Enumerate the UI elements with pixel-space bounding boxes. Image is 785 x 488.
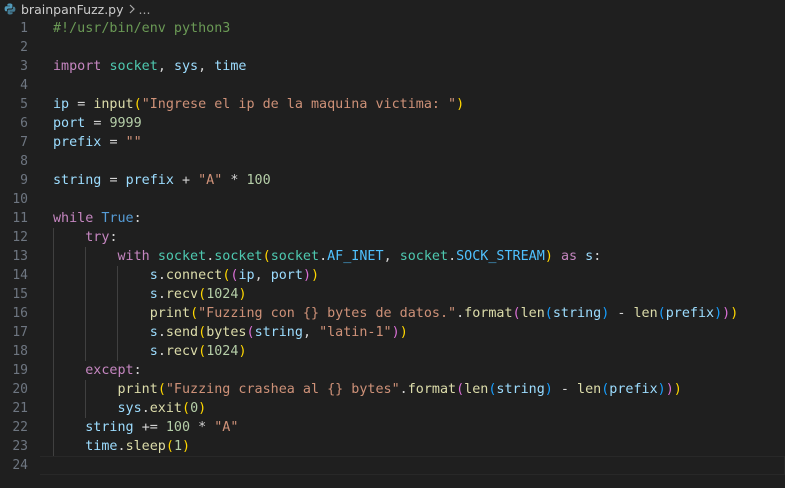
code-text: while True:	[53, 211, 142, 226]
line-number: 21	[12, 401, 28, 416]
code-text: except:	[85, 363, 142, 378]
code-line[interactable]: 5 ip = input("Ingrese el ip de la maquina…	[0, 95, 785, 114]
code-text: sys.exit(0)	[117, 401, 207, 416]
line-number: 10	[12, 192, 28, 207]
code-text: try:	[85, 230, 118, 245]
breadcrumb: brainpanFuzz.py ...	[0, 0, 785, 18]
code-line[interactable]: 4	[0, 76, 785, 95]
code-text: string += 100 * "A"	[85, 420, 239, 435]
code-editor[interactable]: 1 #!/usr/bin/env python3 2 3 import socket, …	[0, 19, 785, 475]
current-line-highlight	[40, 456, 785, 475]
line-number: 11	[12, 211, 28, 226]
code-line[interactable]: 19 except:	[0, 361, 785, 380]
line-number: 12	[12, 230, 28, 245]
code-line[interactable]: 8	[0, 152, 785, 171]
line-number: 1	[20, 21, 28, 36]
code-text: print("Fuzzing con {} bytes de datos.".f…	[149, 306, 739, 321]
code-line[interactable]: 3 import socket, sys, time	[0, 57, 785, 76]
indent-guide	[117, 266, 119, 361]
line-number: 17	[12, 325, 28, 340]
code-text: s.connect((ip, port))	[149, 268, 320, 283]
line-number: 15	[12, 287, 28, 302]
line-number: 18	[12, 344, 28, 359]
line-number: 2	[20, 40, 28, 55]
code-text: ip = input("Ingrese el ip de la maquina …	[53, 97, 465, 112]
code-text: s.send(bytes(string, "latin-1"))	[149, 325, 408, 340]
breadcrumb-file[interactable]: brainpanFuzz.py	[21, 2, 124, 17]
indent-guide	[85, 380, 87, 418]
code-text: with socket.socket(socket.AF_INET, socke…	[117, 249, 602, 264]
code-line[interactable]: 24	[0, 456, 785, 475]
code-line[interactable]: 11 while True:	[0, 209, 785, 228]
code-text: print("Fuzzing crashea al {} bytes".form…	[117, 382, 682, 397]
code-text: s.recv(1024)	[149, 287, 247, 302]
line-number: 4	[20, 78, 28, 93]
code-line[interactable]: 1 #!/usr/bin/env python3	[0, 19, 785, 38]
code-line[interactable]: 22 string += 100 * "A"	[0, 418, 785, 437]
code-text: prefix = ""	[53, 135, 142, 150]
line-number: 19	[12, 363, 28, 378]
code-text: string = prefix + "A" * 100	[53, 173, 271, 188]
code-text: time.sleep(1)	[85, 439, 191, 454]
line-number: 6	[20, 116, 28, 131]
chevron-right-icon	[128, 4, 136, 14]
line-number: 3	[20, 59, 28, 74]
indent-guide	[53, 228, 54, 456]
code-line[interactable]: 13 with socket.socket(socket.AF_INET, so…	[0, 247, 785, 266]
line-number: 22	[12, 420, 28, 435]
code-line[interactable]: 9 string = prefix + "A" * 100	[0, 171, 785, 190]
line-number: 13	[12, 249, 28, 264]
code-line[interactable]: 6 port = 9999	[0, 114, 785, 133]
code-text: import socket, sys, time	[53, 59, 247, 74]
line-number: 24	[12, 458, 28, 473]
line-number: 14	[12, 268, 28, 283]
code-line[interactable]: 12 try:	[0, 228, 785, 247]
code-text: s.recv(1024)	[149, 344, 247, 359]
line-number: 23	[12, 439, 28, 454]
code-line[interactable]: 10	[0, 190, 785, 209]
line-number: 9	[20, 173, 28, 188]
code-line[interactable]: 2	[0, 38, 785, 57]
indent-guide	[85, 247, 87, 361]
code-text: #!/usr/bin/env python3	[53, 21, 231, 36]
line-number: 16	[12, 306, 28, 321]
code-line[interactable]: 20 print("Fuzzing crashea al {} bytes".f…	[0, 380, 785, 399]
code-text: port = 9999	[53, 116, 142, 131]
breadcrumb-symbols[interactable]: ...	[139, 2, 151, 17]
line-number: 7	[20, 135, 28, 150]
code-line[interactable]: 7 prefix = ""	[0, 133, 785, 152]
code-line[interactable]: 23 time.sleep(1)	[0, 437, 785, 456]
python-icon	[4, 3, 16, 15]
line-number: 5	[20, 97, 28, 112]
code-line[interactable]: 21 sys.exit(0)	[0, 399, 785, 418]
line-number: 8	[20, 154, 28, 169]
line-number: 20	[12, 382, 28, 397]
